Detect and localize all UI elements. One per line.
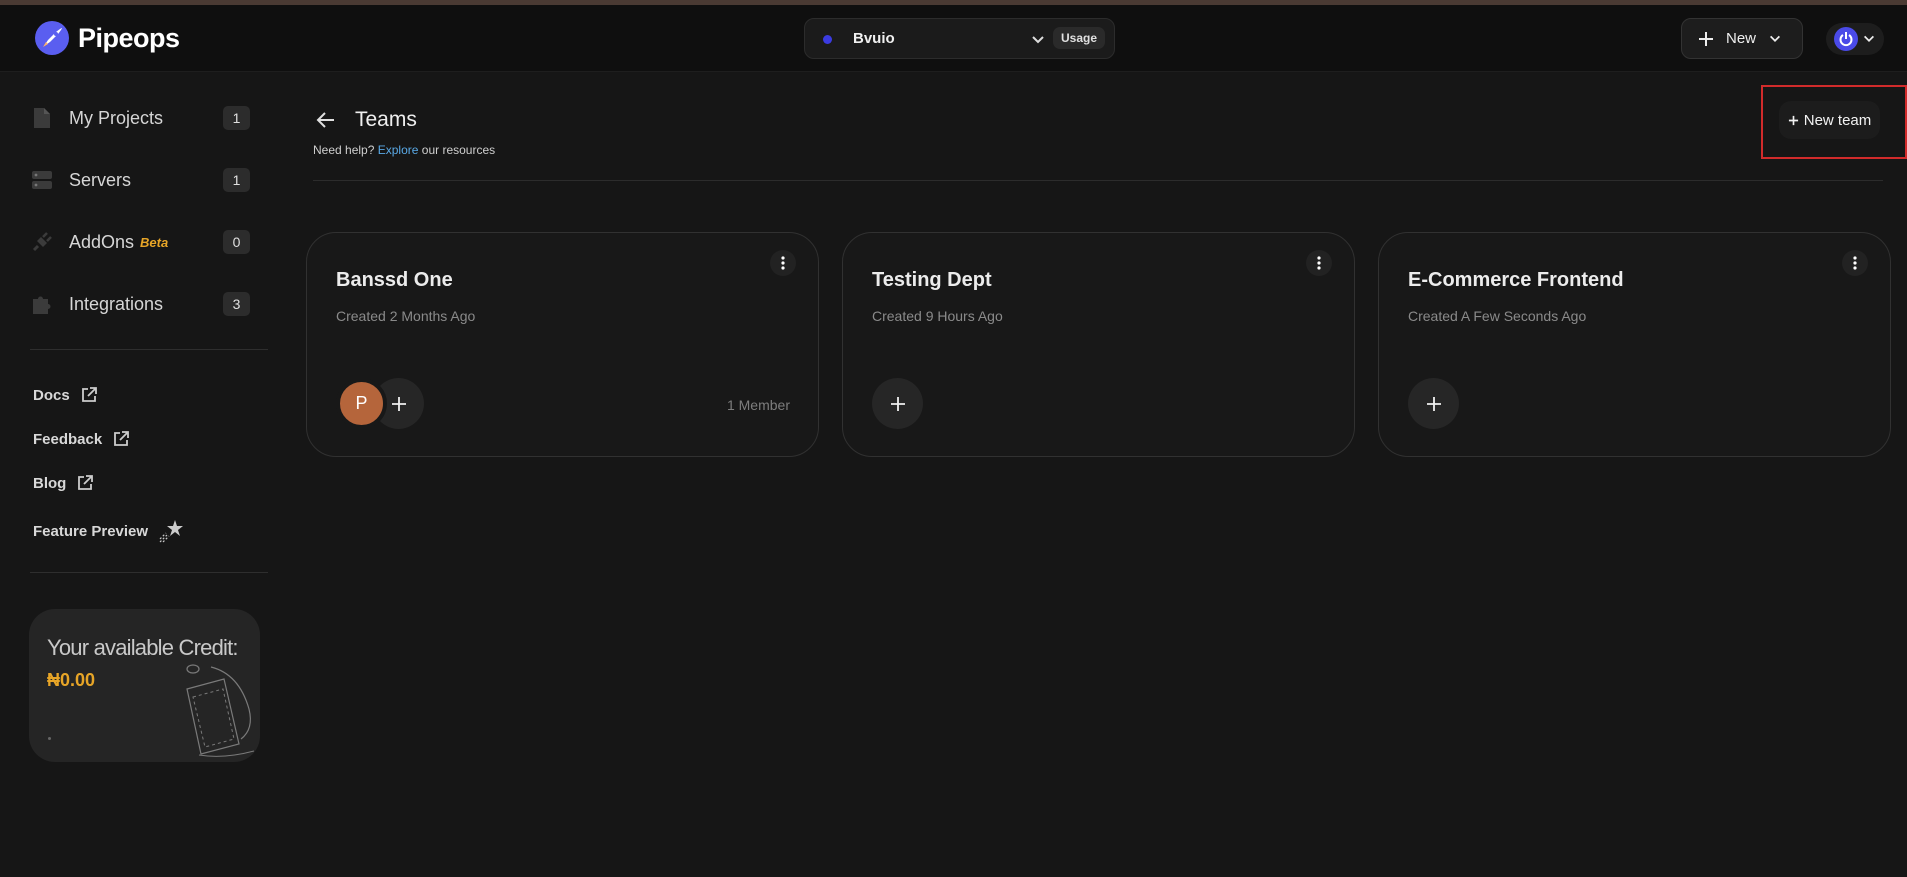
plus-icon: [1699, 31, 1713, 46]
sidebar-item-label: Integrations: [69, 293, 164, 314]
link-label: Feedback: [33, 430, 103, 448]
member-count: 1 Member: [726, 397, 790, 413]
new-button[interactable]: New: [1681, 18, 1803, 59]
link-label: Blog: [33, 474, 67, 492]
team-name: Banssd One: [336, 269, 453, 291]
add-member-button[interactable]: [1408, 378, 1459, 429]
more-options-icon[interactable]: [770, 250, 796, 276]
power-icon: [1834, 27, 1858, 51]
count-badge: 0: [223, 230, 250, 254]
credit-title: Your available Credit:: [47, 635, 239, 660]
chevron-down-icon[interactable]: [1030, 31, 1046, 47]
sidebar-item-servers[interactable]: Servers 1: [30, 163, 250, 197]
server-icon: [30, 168, 54, 192]
sidebar-link-blog[interactable]: Blog: [33, 474, 94, 492]
file-icon: [30, 106, 54, 130]
more-options-icon[interactable]: [1306, 250, 1332, 276]
project-status-dot: [823, 35, 832, 44]
wallet-illustration-icon: [186, 664, 255, 757]
chevron-down-icon: [1864, 35, 1874, 42]
page-title: Teams: [355, 108, 417, 131]
team-created: Created A Few Seconds Ago: [1408, 308, 1587, 324]
sidebar-divider: [30, 349, 268, 350]
help-suffix: our resources: [421, 143, 496, 157]
plus-icon: [890, 396, 905, 411]
link-label: Feature Preview: [33, 522, 149, 540]
team-name: Testing Dept: [872, 269, 992, 291]
plus-icon: [1426, 396, 1441, 411]
sidebar: My Projects 1 Servers 1 AddOns Beta 0 In…: [0, 72, 280, 877]
plus-icon: [391, 396, 406, 411]
back-arrow-icon[interactable]: [314, 108, 338, 132]
rocket-logo-icon: [35, 21, 69, 55]
add-member-button[interactable]: [872, 378, 923, 429]
more-options-icon[interactable]: [1842, 250, 1868, 276]
credit-value: ₦0.00: [47, 670, 96, 690]
plug-icon: [30, 230, 54, 254]
team-name: E-Commerce Frontend: [1408, 269, 1624, 291]
sidebar-item-my-projects[interactable]: My Projects 1: [30, 101, 250, 135]
sidebar-item-label: Servers: [69, 169, 132, 190]
team-card[interactable]: Testing Dept Created 9 Hours Ago: [842, 232, 1355, 457]
new-button-label: New: [1726, 30, 1757, 47]
help-text: Need help? Explore our resources: [313, 143, 495, 157]
beta-badge: Beta: [140, 234, 169, 250]
explore-link[interactable]: Explore: [378, 143, 419, 157]
sidebar-divider: [30, 572, 268, 573]
usage-button[interactable]: Usage: [1053, 27, 1106, 49]
sidebar-item-label: AddOns: [69, 231, 135, 252]
sidebar-item-addons[interactable]: AddOns Beta 0: [30, 225, 250, 259]
external-link-icon: [78, 475, 94, 490]
puzzle-icon: [30, 292, 54, 316]
chevron-down-icon: [1770, 35, 1781, 42]
help-prefix: Need help?: [313, 143, 375, 157]
count-badge: 1: [223, 168, 250, 192]
count-badge: 1: [223, 106, 250, 130]
sparkle-star-icon: [159, 520, 184, 543]
sidebar-link-feature-preview[interactable]: Feature Preview: [33, 518, 184, 544]
top-header: Pipeops Bvuio Usage New: [0, 5, 1907, 72]
brand-name: Pipeops: [78, 22, 180, 53]
credit-dot: [48, 737, 51, 740]
link-label: Docs: [33, 386, 70, 404]
count-badge: 3: [223, 292, 250, 316]
sidebar-link-feedback[interactable]: Feedback: [33, 430, 130, 448]
content-divider: [313, 180, 1883, 181]
project-switcher[interactable]: Bvuio Usage: [804, 18, 1115, 59]
credit-card: Your available Credit: ₦0.00: [29, 609, 260, 762]
member-avatar[interactable]: P: [336, 378, 387, 429]
sidebar-link-docs[interactable]: Docs: [33, 386, 98, 404]
account-menu-button[interactable]: [1826, 23, 1884, 55]
plus-icon: [1788, 115, 1798, 125]
sidebar-item-label: My Projects: [69, 107, 164, 128]
new-team-label: New team: [1803, 111, 1872, 129]
team-created: Created 9 Hours Ago: [872, 308, 1003, 324]
new-team-button[interactable]: New team: [1779, 101, 1880, 139]
sidebar-item-integrations[interactable]: Integrations 3: [30, 287, 250, 321]
team-created: Created 2 Months Ago: [336, 308, 476, 324]
brand-logo[interactable]: Pipeops: [34, 20, 180, 56]
external-link-icon: [114, 431, 130, 446]
external-link-icon: [81, 387, 97, 402]
team-card[interactable]: E-Commerce Frontend Created A Few Second…: [1378, 232, 1891, 457]
project-name: Bvuio: [853, 30, 895, 47]
team-card[interactable]: Banssd One Created 2 Months Ago P 1 Memb…: [306, 232, 819, 457]
